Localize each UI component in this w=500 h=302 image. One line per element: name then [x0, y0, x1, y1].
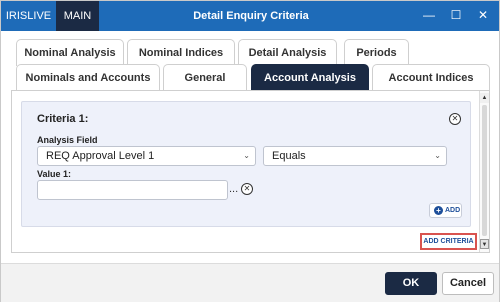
value-label: Value 1: — [37, 169, 72, 179]
operator-select[interactable]: Equals ⌄ — [263, 146, 447, 166]
add-value-label: ADD — [445, 207, 461, 214]
title-bar: IRISLIVE MAIN Detail Enquiry Criteria — … — [1, 1, 499, 31]
dialog-footer: OK Cancel — [1, 263, 499, 302]
plus-icon: + — [434, 206, 443, 215]
clear-value-icon[interactable]: ✕ — [241, 183, 253, 195]
remove-criteria-icon[interactable]: ✕ — [449, 113, 461, 125]
scroll-down-icon[interactable]: ▼ — [480, 239, 489, 249]
tab-account-analysis[interactable]: Account Analysis — [251, 64, 369, 91]
maximize-icon[interactable]: ☐ — [448, 7, 464, 23]
add-value-button[interactable]: + ADD — [429, 203, 462, 218]
dialog-window: IRISLIVE MAIN Detail Enquiry Criteria — … — [0, 0, 500, 302]
scroll-thumb[interactable] — [482, 105, 487, 236]
operator-value: Equals — [272, 150, 306, 162]
analysis-field-label: Analysis Field — [37, 135, 98, 145]
tab-nominals-and-accounts[interactable]: Nominals and Accounts — [16, 64, 160, 91]
tab-general[interactable]: General — [163, 64, 247, 91]
close-icon[interactable]: ✕ — [475, 7, 491, 23]
analysis-field-select[interactable]: REQ Approval Level 1 ⌄ — [37, 146, 256, 166]
environment-badge: MAIN — [56, 1, 99, 31]
account-analysis-panel: Criteria 1: ✕ Analysis Field REQ Approva… — [11, 90, 490, 253]
tab-periods[interactable]: Periods — [344, 39, 409, 66]
tab-account-indices[interactable]: Account Indices — [372, 64, 490, 91]
chevron-down-icon: ⌄ — [434, 151, 441, 160]
vertical-scrollbar[interactable]: ▲ ▼ — [479, 91, 489, 252]
analysis-field-value: REQ Approval Level 1 — [46, 150, 155, 162]
tab-detail-analysis[interactable]: Detail Analysis — [238, 39, 337, 66]
ok-button[interactable]: OK — [385, 272, 437, 295]
cancel-button[interactable]: Cancel — [442, 272, 494, 295]
add-criteria-button[interactable]: ADD CRITERIA — [420, 233, 477, 250]
minimize-icon[interactable]: — — [421, 7, 437, 23]
criteria-card: Criteria 1: ✕ Analysis Field REQ Approva… — [21, 101, 471, 227]
tab-nominal-analysis[interactable]: Nominal Analysis — [16, 39, 124, 66]
scroll-up-icon[interactable]: ▲ — [480, 93, 489, 103]
value-input[interactable] — [37, 180, 228, 200]
criteria-title: Criteria 1: — [37, 113, 89, 125]
lookup-button[interactable]: ... — [229, 183, 238, 195]
app-name-badge: IRISLIVE — [1, 1, 56, 31]
chevron-down-icon: ⌄ — [243, 151, 250, 160]
tab-nominal-indices[interactable]: Nominal Indices — [127, 39, 235, 66]
